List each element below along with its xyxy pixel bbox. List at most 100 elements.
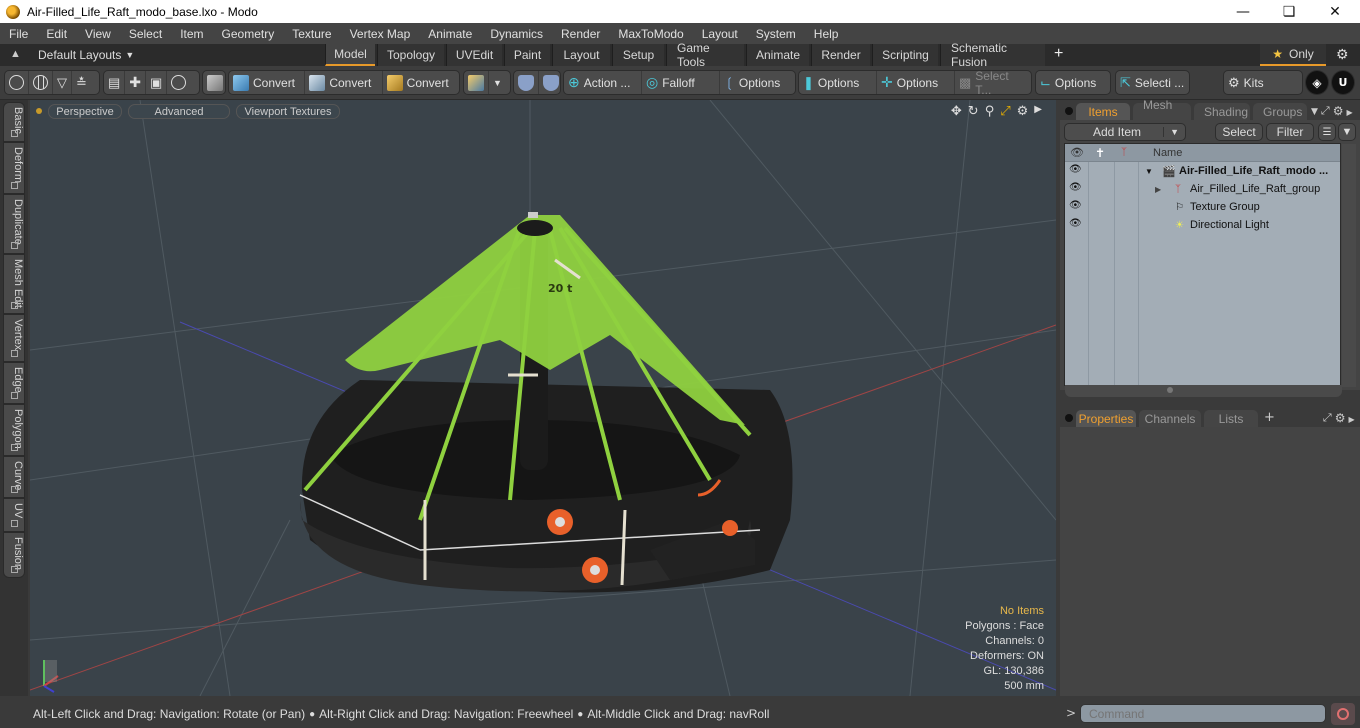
tab-render[interactable]: Render [811, 44, 870, 66]
maximize-button[interactable]: ❏ [1266, 0, 1312, 23]
minimize-button[interactable]: — [1220, 0, 1266, 23]
tabs-dropdown-icon[interactable]: ▼ [1311, 107, 1318, 117]
tab-schematic-fusion[interactable]: Schematic Fusion [940, 41, 1045, 69]
vtab-uv[interactable]: UV [3, 498, 25, 532]
eye-icon[interactable]: 👁 [1069, 182, 1082, 193]
pivot-options-button[interactable]: ✛ Options [877, 71, 955, 94]
item-row-group[interactable]: 👁 ▶ ᛉ Air_Filled_Life_Raft_group [1065, 180, 1340, 198]
add-panel-tab-button[interactable]: + [1264, 410, 1275, 425]
vtab-vertex[interactable]: Vertex [3, 314, 25, 362]
menu-edit[interactable]: Edit [37, 27, 76, 41]
falloff-options-button[interactable]: ❲ Options [720, 71, 795, 94]
convert-button-3[interactable]: Convert [383, 71, 459, 94]
pivot-mode-button[interactable] [167, 71, 190, 94]
tab-shading[interactable]: Shading [1194, 103, 1250, 120]
tab-paint[interactable]: Paint [504, 44, 550, 66]
vtab-mesh-edit[interactable]: Mesh Edit [3, 254, 25, 314]
menu-geometry[interactable]: Geometry [213, 27, 284, 41]
tab-channels[interactable]: Channels [1139, 410, 1201, 427]
viewport-gear-icon[interactable]: ⚙ [1017, 104, 1029, 119]
layouts-dropdown[interactable]: Default Layouts ▼ [38, 48, 134, 62]
uv-mode-button[interactable]: ✚ [125, 71, 147, 94]
symmetry-button-1[interactable] [514, 71, 539, 94]
mesh-button[interactable] [203, 71, 227, 94]
viewport-textures-button[interactable]: Viewport Textures [236, 104, 340, 119]
menu-view[interactable]: View [76, 27, 120, 41]
tab-uvedit[interactable]: UVEdit [446, 44, 502, 66]
tab-groups[interactable]: Groups [1253, 103, 1307, 120]
menu-file[interactable]: File [0, 27, 37, 41]
panel-gear-icon[interactable]: ⚙ [1335, 411, 1346, 425]
collapse-arrow-icon[interactable]: ▶ [1155, 185, 1161, 194]
select-through-button[interactable]: ▩ Select T... [955, 69, 1031, 97]
material-mode-button[interactable]: ▣ [146, 71, 168, 94]
menu-item[interactable]: Item [171, 27, 212, 41]
menu-texture[interactable]: Texture [283, 27, 340, 41]
gear-icon[interactable]: ⚙ [1336, 46, 1349, 63]
horizontal-scrollbar[interactable] [1065, 385, 1342, 397]
tab-model[interactable]: Model [325, 44, 375, 66]
list-options-button[interactable]: ☰ [1318, 123, 1336, 141]
tab-animate[interactable]: Animate [746, 44, 809, 66]
tab-properties[interactable]: Properties [1076, 410, 1136, 427]
menu-vertex-map[interactable]: Vertex Map [341, 27, 420, 41]
menu-system[interactable]: System [747, 27, 805, 41]
tab-setup[interactable]: Setup [612, 44, 664, 66]
vtab-fusion[interactable]: Fusion [3, 532, 25, 578]
vtab-polygon[interactable]: Polygon [3, 404, 25, 456]
filter-button[interactable]: Filter [1266, 123, 1314, 141]
select-vertices-button[interactable] [5, 71, 29, 94]
item-row-texture-group[interactable]: 👁 ⚐ Texture Group [1065, 198, 1340, 216]
vtab-basic[interactable]: Basic [3, 102, 25, 142]
convert-button-2[interactable]: Convert [305, 71, 383, 94]
eye-icon[interactable]: 👁 [1069, 218, 1082, 229]
tab-topology[interactable]: Topology [377, 44, 444, 66]
tab-scripting[interactable]: Scripting [872, 44, 938, 66]
move-view-icon[interactable]: ✥ [951, 104, 962, 119]
maximize-view-icon[interactable]: ⤢ [1000, 104, 1010, 119]
tab-layout[interactable]: Layout [552, 44, 610, 66]
vtab-duplicate[interactable]: Duplicate [3, 194, 25, 254]
eye-icon[interactable]: 👁 [1069, 200, 1082, 211]
record-macro-button[interactable] [1331, 703, 1355, 725]
menu-render[interactable]: Render [552, 27, 609, 41]
action-center-button[interactable]: ⊕ Action ... [564, 71, 642, 94]
workplane-dropdown[interactable]: ▼ [489, 71, 506, 94]
unity-button[interactable]: ◈ [1305, 70, 1329, 95]
polygon-tool-button[interactable]: ≛ [72, 71, 91, 94]
tab-mesh[interactable]: Mesh ... [1133, 98, 1191, 126]
panel-maximize-icon[interactable]: ⤢ [1321, 104, 1330, 118]
shading-advanced-button[interactable]: Advanced [128, 104, 230, 119]
menu-dynamics[interactable]: Dynamics [481, 27, 552, 41]
pen-tool-button[interactable]: ▽ [53, 71, 72, 94]
falloff-button[interactable]: ◎ Falloff [642, 71, 720, 94]
rotate-view-icon[interactable]: ↻ [968, 104, 979, 119]
scroll-handle[interactable] [1167, 387, 1173, 393]
vtab-edge[interactable]: Edge [3, 362, 25, 404]
tab-lists[interactable]: Lists [1204, 410, 1258, 427]
menu-maxtomodo[interactable]: MaxToModo [609, 27, 692, 41]
only-toggle[interactable]: ★ Only [1260, 44, 1326, 66]
viewport-menu-arrow-icon[interactable]: ▶ [1034, 104, 1042, 119]
kits-button[interactable]: ⚙ Kits [1224, 71, 1268, 94]
vtab-curve[interactable]: Curve [3, 456, 25, 498]
snap-options-button[interactable]: ❚ Options [799, 71, 877, 94]
3d-viewport[interactable]: 20 t Perspective Advanced Viewport Textu… [30, 100, 1056, 696]
items-mode-button[interactable]: ▤ [104, 71, 126, 94]
selection-sets-button[interactable]: ⇱ Selecti ... [1116, 71, 1188, 94]
panel-arrow-icon[interactable]: ▶ [1347, 108, 1353, 117]
vtab-deform[interactable]: Deform [3, 142, 25, 194]
convert-button-1[interactable]: Convert [229, 71, 306, 94]
menu-help[interactable]: Help [805, 27, 848, 41]
select-globe-button[interactable] [29, 71, 53, 94]
select-button[interactable]: Select [1215, 123, 1263, 141]
view-perspective-button[interactable]: Perspective [48, 104, 122, 119]
funnel-filter-button[interactable]: ▼ [1338, 123, 1356, 141]
expand-arrow-icon[interactable]: ▼ [1145, 167, 1153, 176]
item-row-directional-light[interactable]: 👁 ☀ Directional Light [1065, 216, 1340, 234]
symmetry-button-2[interactable] [539, 71, 563, 94]
tab-items[interactable]: Items [1076, 103, 1130, 120]
add-item-button[interactable]: Add Item ▼ [1064, 123, 1186, 141]
workplane-button[interactable] [464, 71, 489, 94]
add-item-dropdown-icon[interactable]: ▼ [1163, 127, 1179, 137]
